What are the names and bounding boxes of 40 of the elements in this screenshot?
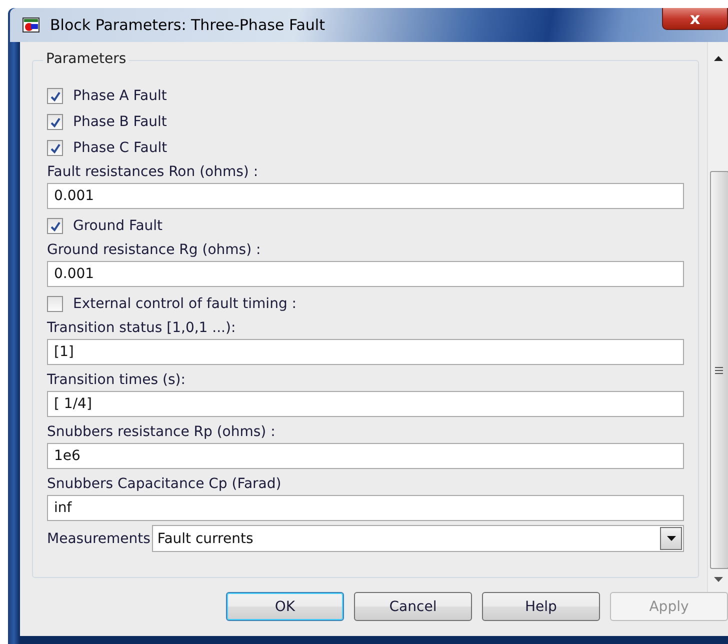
check-icon: [50, 90, 60, 102]
app-icon: [22, 17, 40, 33]
input-field[interactable]: inf: [47, 495, 684, 521]
checkbox-label: Phase C Fault: [73, 140, 168, 156]
scrollbar[interactable]: [707, 42, 728, 592]
input-field[interactable]: 1e6: [47, 443, 684, 469]
checkbox[interactable]: [47, 114, 63, 130]
scroll-up-icon: [714, 56, 722, 61]
field-label: Snubbers Capacitance Cp (Farad): [47, 476, 282, 492]
input-field[interactable]: [1]: [47, 339, 684, 365]
scroll-thumb[interactable]: [710, 171, 728, 569]
dialog-button[interactable]: Cancel: [354, 592, 472, 621]
checkbox[interactable]: [47, 88, 63, 104]
window-title: Block Parameters: Three-Phase Fault: [50, 16, 326, 34]
scroll-down-icon: [714, 577, 722, 582]
dialog-button[interactable]: OK: [226, 592, 344, 621]
checkbox-label: Ground Fault: [73, 218, 163, 234]
input-field[interactable]: 0.001: [47, 261, 684, 287]
checkbox[interactable]: [47, 218, 63, 234]
checkbox-label: Phase B Fault: [73, 114, 167, 130]
field-label: Transition times (s):: [47, 372, 186, 388]
field-label: Snubbers resistance Rp (ohms) :: [47, 424, 276, 440]
field-label: Transition status [1,0,1 ...):: [47, 320, 236, 336]
check-icon: [50, 116, 60, 128]
field-label: Fault resistances Ron (ohms) :: [47, 164, 258, 180]
field-label: Measurements: [47, 530, 150, 546]
check-icon: [50, 220, 60, 232]
dropdown[interactable]: Fault currents: [152, 525, 684, 552]
checkbox-label: Phase A Fault: [73, 88, 167, 104]
grip-icon: [715, 366, 723, 374]
field-label: Ground resistance Rg (ohms) :: [47, 242, 261, 258]
check-icon: [50, 142, 60, 154]
close-button[interactable]: x: [662, 8, 728, 30]
input-field[interactable]: 0.001: [47, 183, 684, 209]
dialog-button[interactable]: Help: [482, 592, 600, 621]
checkbox[interactable]: [47, 296, 63, 312]
input-field[interactable]: [ 1/4]: [47, 391, 684, 417]
checkbox-label: External control of fault timing :: [73, 296, 297, 312]
caret-icon: [666, 536, 676, 541]
checkbox[interactable]: [47, 140, 63, 156]
